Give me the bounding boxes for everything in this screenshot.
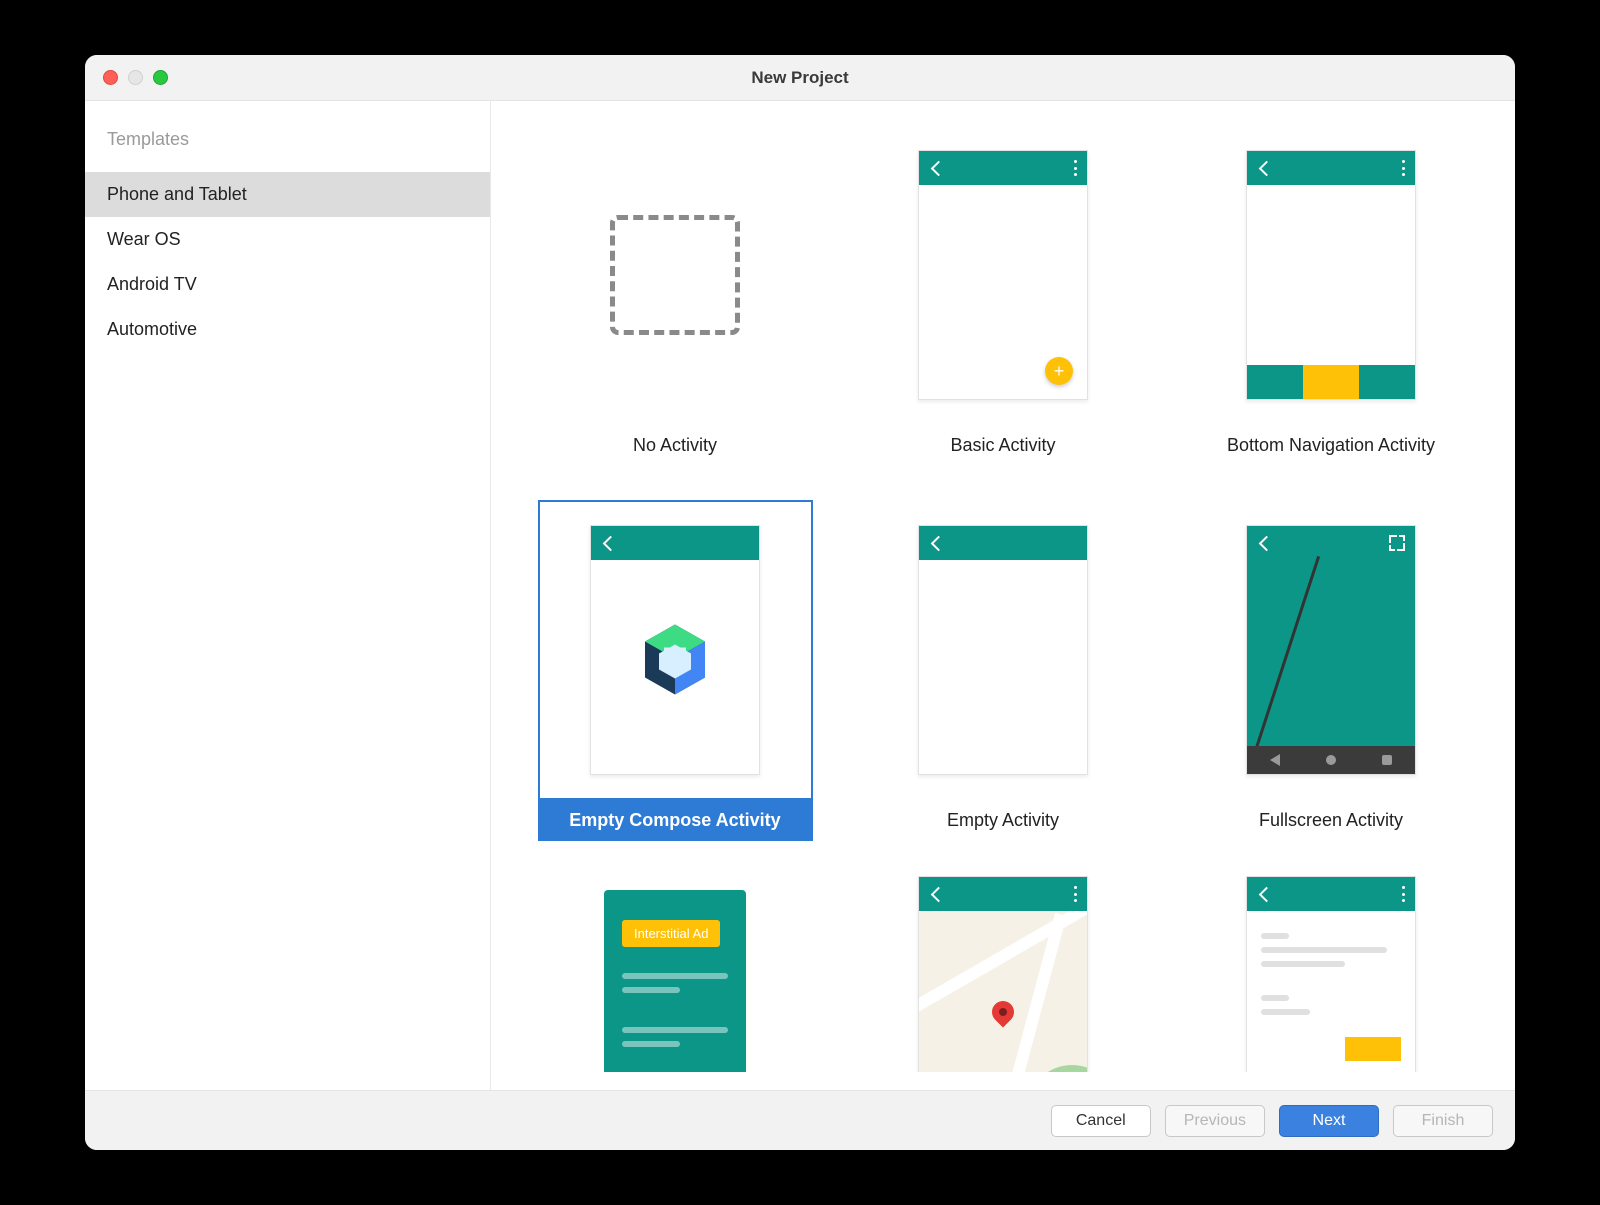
template-gallery: No Activity + Basic Activity — [491, 101, 1515, 1090]
basic-activity-preview: + — [918, 150, 1088, 400]
template-label: Fullscreen Activity — [1194, 800, 1469, 841]
overflow-menu-icon — [1073, 160, 1077, 176]
template-tile-no-activity[interactable]: No Activity — [531, 125, 819, 482]
google-maps-preview — [918, 876, 1088, 1074]
finish-button[interactable]: Finish — [1393, 1105, 1493, 1137]
jetpack-compose-logo-icon — [641, 623, 709, 702]
overflow-menu-icon — [1073, 886, 1077, 902]
sidebar-item-phone-tablet[interactable]: Phone and Tablet — [85, 172, 490, 217]
empty-compose-preview — [590, 525, 760, 775]
template-label: Bottom Navigation Activity — [1194, 425, 1469, 466]
template-thumbnail: Interstitial Ad — [538, 874, 813, 1074]
template-tile-empty-activity[interactable]: Empty Activity — [859, 500, 1147, 857]
login-preview — [1246, 876, 1416, 1074]
template-grid[interactable]: No Activity + Basic Activity — [491, 101, 1515, 1090]
template-label: Empty Compose Activity — [538, 800, 813, 841]
template-label: No Activity — [538, 425, 813, 466]
overflow-menu-icon — [1401, 160, 1405, 176]
back-arrow-icon — [601, 535, 617, 551]
template-thumbnail — [866, 500, 1141, 800]
sidebar-item-android-tv[interactable]: Android TV — [85, 262, 490, 307]
back-arrow-icon — [1257, 160, 1273, 176]
map-pin-icon — [992, 1001, 1014, 1023]
template-thumbnail — [1194, 500, 1469, 800]
fullscreen-icon — [1389, 535, 1405, 551]
fab-add-icon: + — [1045, 357, 1073, 385]
fullscreen-preview — [1246, 525, 1416, 775]
sidebar-item-label: Android TV — [107, 274, 197, 294]
template-thumbnail — [1194, 125, 1469, 425]
template-thumbnail — [538, 500, 813, 800]
bottom-nav-bar-icon — [1247, 365, 1415, 399]
template-label: Empty Activity — [866, 800, 1141, 841]
sidebar-item-wear-os[interactable]: Wear OS — [85, 217, 490, 262]
template-thumbnail — [1194, 874, 1469, 1074]
dialog-body: Templates Phone and Tablet Wear OS Andro… — [85, 101, 1515, 1090]
sidebar-item-label: Automotive — [107, 319, 197, 339]
sidebar: Templates Phone and Tablet Wear OS Andro… — [85, 101, 491, 1090]
overflow-menu-icon — [1401, 886, 1405, 902]
empty-activity-preview — [918, 525, 1088, 775]
back-arrow-icon — [929, 535, 945, 551]
previous-button[interactable]: Previous — [1165, 1105, 1265, 1137]
cancel-button[interactable]: Cancel — [1051, 1105, 1151, 1137]
template-label: Basic Activity — [866, 425, 1141, 466]
no-activity-icon — [590, 150, 760, 400]
sidebar-item-label: Wear OS — [107, 229, 181, 249]
ad-tag-label: Interstitial Ad — [622, 920, 720, 947]
new-project-window: New Project Templates Phone and Tablet W… — [85, 55, 1515, 1150]
sidebar-item-automotive[interactable]: Automotive — [85, 307, 490, 352]
bottom-nav-preview — [1246, 150, 1416, 400]
template-tile-basic-activity[interactable]: + Basic Activity — [859, 125, 1147, 482]
window-title: New Project — [85, 68, 1515, 88]
template-tile-fullscreen-activity[interactable]: Fullscreen Activity — [1187, 500, 1475, 857]
template-tile-bottom-navigation[interactable]: Bottom Navigation Activity — [1187, 125, 1475, 482]
template-thumbnail: + — [866, 125, 1141, 425]
template-tile-google-maps[interactable] — [859, 874, 1147, 1090]
back-arrow-icon — [929, 886, 945, 902]
back-arrow-icon — [1257, 535, 1273, 551]
titlebar: New Project — [85, 55, 1515, 101]
template-thumbnail — [866, 874, 1141, 1074]
android-navbar-icon — [1247, 746, 1415, 774]
sidebar-item-label: Phone and Tablet — [107, 184, 247, 204]
dialog-footer: Cancel Previous Next Finish — [85, 1090, 1515, 1150]
back-arrow-icon — [929, 160, 945, 176]
template-tile-interstitial-ad[interactable]: Interstitial Ad — [531, 874, 819, 1090]
template-tile-empty-compose[interactable]: Empty Compose Activity — [531, 500, 819, 857]
next-button[interactable]: Next — [1279, 1105, 1379, 1137]
template-thumbnail — [538, 125, 813, 425]
dashed-rectangle-icon — [610, 215, 740, 335]
interstitial-ad-preview: Interstitial Ad — [590, 876, 760, 1074]
back-arrow-icon — [1257, 886, 1273, 902]
sidebar-header: Templates — [85, 119, 490, 172]
template-tile-login-activity[interactable] — [1187, 874, 1475, 1090]
